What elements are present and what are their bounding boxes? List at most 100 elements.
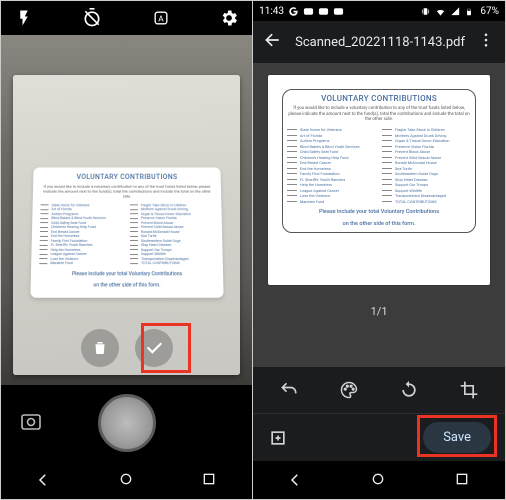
appbar-title: Scanned_20221118-1143.pdf [295,35,465,50]
doc-line-item: Autism Programs [287,138,376,143]
nav-back-icon[interactable] [34,471,52,489]
timer-off-icon[interactable] [81,7,103,29]
doc-line-item: Southeastern Guide Dogs [130,238,214,242]
doc-line-item: Support Wildlife [382,188,471,193]
signal-icon [450,6,461,17]
nav-back-icon[interactable] [286,471,304,489]
camera-top-toolbar: A [1,1,252,35]
tutorial-highlight-save [417,415,497,457]
doc-line-item: Mothers Against Drunk Driving [130,207,214,211]
auto-mode-icon[interactable]: A [150,7,172,29]
doc-line-item: Support Our Troops [130,247,214,251]
doc-line-item: Prevent Child Sexual Abuse [130,225,214,229]
doc-title: VOLUNTARY CONTRIBUTIONS [41,173,213,181]
doc-line-item: Ronald McDonald House [382,160,471,165]
capture-actions [13,329,240,367]
gallery-icon[interactable] [17,410,47,436]
vibrate-icon [420,6,431,17]
doc-line-item: End the Homeless [287,166,376,171]
page-indicator: 1/1 [371,305,388,318]
doc-line-item: End Breast Cancer [287,160,376,165]
appbar: Scanned_20221118-1143.pdf [253,21,505,63]
crop-icon[interactable] [458,379,480,401]
doc-footer-line2: on the other side of this form. [287,221,471,228]
doc-line-item: Transportation Disadvantaged [130,256,215,260]
doc-line-item: Autism Programs [40,211,124,215]
doc-line-item: Child Safety Seat Fund [287,149,376,154]
doc-line-item: State Home for Veterans [40,203,123,207]
doc-line-item: End the Homeless [39,234,123,238]
nav-recent-icon[interactable] [454,471,472,489]
more-icon[interactable] [477,31,495,53]
status-bar: 11:43 67% [253,1,505,21]
camera-screen: A VOLUNTARY CONTRIBUTIONS If you would l… [1,1,252,499]
add-page-icon[interactable] [267,427,289,449]
nav-home-icon[interactable] [118,471,136,489]
youtube-icon [318,6,329,17]
pdf-viewer[interactable]: VOLUNTARY CONTRIBUTIONS If you would lik… [253,63,505,367]
camera-viewfinder: VOLUNTARY CONTRIBUTIONS If you would lik… [1,35,252,385]
doc-line-item: Child Safety Seat Fund [40,220,124,224]
doc-line-item: Support Our Troops [382,182,471,187]
doc-line-item: Flagler Take Stock in Children [382,127,471,132]
palette-icon[interactable] [338,379,360,401]
doc-line-item: Sea Turtle [382,166,471,171]
google-icon [288,6,299,17]
delete-button[interactable] [81,329,119,367]
doc-line-item: Prevent Child Sexual Abuse [382,155,471,160]
doc-line-item: Children's Hearing Help Fund [287,155,376,160]
doc-line-item: Flagler Take Stock in Children [130,203,213,207]
battery-icon [465,6,476,17]
captured-photo-frame: VOLUNTARY CONTRIBUTIONS If you would lik… [13,75,240,375]
edit-toolbar [253,367,505,413]
doc-line-item: League Against Cancer [287,188,376,193]
doc-line-item: Lose the Violence [39,256,124,260]
doc-footer-line1: Please include your total Voluntary Cont… [38,270,214,277]
undo-icon[interactable] [278,379,300,401]
shutter-button[interactable] [98,394,156,452]
doc-line-item: Blind Babies & Blind Youth Services [287,144,376,149]
nav-home-icon[interactable] [370,471,388,489]
doc-line-item: Prevent Blood Abuse [130,220,214,224]
doc-line-item: Manatee Fund [39,261,124,265]
doc-line-item: Organ & Tissue Donor Education [382,138,471,143]
svg-text:A: A [158,14,164,24]
doc-line-item: Preserve Vision Florida [130,216,214,220]
doc-title: VOLUNTARY CONTRIBUTIONS [287,94,471,103]
doc-footer-line2: on the other side of this form. [38,282,215,289]
wifi-icon [435,6,446,17]
doc-line-item: Organ & Tissue Donor Education [130,211,214,215]
tutorial-highlight-confirm [141,323,191,373]
doc-line-item: Help the Homeless [39,247,123,251]
doc-line-item: Preserve Vision Florida [382,144,471,149]
pdf-page: VOLUNTARY CONTRIBUTIONS If you would lik… [268,75,490,285]
doc-line-item: Support Wildlife [130,252,215,256]
doc-line-item: End Breast Cancer [39,229,123,233]
doc-line-item: Stop Heart Disease [130,243,214,247]
back-icon[interactable] [263,30,283,54]
scanned-document-preview: VOLUNTARY CONTRIBUTIONS If you would lik… [30,167,223,297]
doc-line-item: League Against Cancer [39,252,124,256]
doc-footer-line1: Please include your total Voluntary Cont… [287,209,471,216]
doc-line-item: Art of Florida [287,133,376,138]
nav-recent-icon[interactable] [201,471,219,489]
doc-line-item: Southeastern Guide Dogs [382,171,471,176]
flash-icon[interactable] [13,7,35,29]
camera-bottom-bar [1,385,252,461]
doc-subtitle: If you would like to include a voluntary… [40,184,213,199]
doc-line-item: Lose the Violence [287,193,376,198]
doc-line-item: Prevent Blood Abuse [382,149,471,154]
gear-icon[interactable] [218,7,240,29]
doc-line-item: Stop Heart Disease [382,177,471,182]
android-navbar [253,461,505,499]
doc-line-item: Manatee Fund [287,199,376,204]
android-navbar [1,461,252,499]
doc-line-item: State Home for Veterans [287,127,376,132]
doc-line-item: Transportation Disadvantaged [382,193,471,198]
doc-line-item: Help the Homeless [287,182,376,187]
status-time: 11:43 [259,6,284,17]
doc-line-item: Family First Foundation [287,171,376,176]
doc-line-item: Mothers Against Drunk Driving [382,133,471,138]
doc-line-item: FL Sheriffs' Youth Ranches [287,177,376,182]
rotate-icon[interactable] [398,379,420,401]
